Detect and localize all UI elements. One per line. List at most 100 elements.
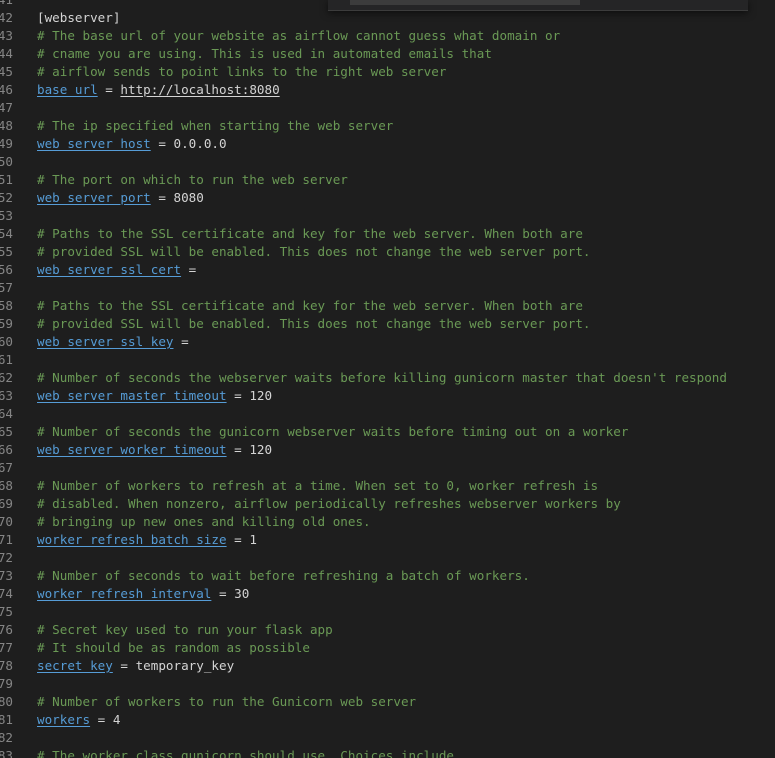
code-line[interactable]: 52 web_server_port = 8080 xyxy=(0,189,775,207)
code-line[interactable]: 58 # Paths to the SSL certificate and key… xyxy=(0,297,775,315)
code-line[interactable]: 63 web_server_master_timeout = 120 xyxy=(0,387,775,405)
line-number: 69 xyxy=(0,496,13,511)
line-number: 61 xyxy=(0,352,13,367)
line-number: 62 xyxy=(0,370,13,385)
code-line[interactable]: 61 xyxy=(0,351,775,369)
comment-text: # The worker class gunicorn should use. … xyxy=(37,748,455,758)
line-number: 50 xyxy=(0,154,13,169)
code-line[interactable]: 43 # The base url of your website as airf… xyxy=(0,27,775,45)
line-number: 60 xyxy=(0,334,13,349)
code-line[interactable]: 50 xyxy=(0,153,775,171)
code-line[interactable]: 53 xyxy=(0,207,775,225)
line-content: # cname you are using. This is used in a… xyxy=(37,45,492,63)
find-widget[interactable] xyxy=(328,0,748,11)
code-line[interactable]: 59 # provided SSL will be enabled. This d… xyxy=(0,315,775,333)
code-line[interactable]: 71 worker_refresh_batch_size = 1 xyxy=(0,531,775,549)
line-content: # Paths to the SSL certificate and key f… xyxy=(37,225,583,243)
code-line[interactable]: 73 # Number of seconds to wait before ref… xyxy=(0,567,775,585)
line-content: # Number of workers to refresh at a time… xyxy=(37,477,598,495)
line-number: 68 xyxy=(0,478,13,493)
code-line[interactable]: 48 # The ip specified when starting the w… xyxy=(0,117,775,135)
config-key: web_server_ssl_key xyxy=(37,334,174,349)
line-number: 65 xyxy=(0,424,13,439)
line-number: 74 xyxy=(0,586,13,601)
config-value: 30 xyxy=(234,586,250,601)
line-number: 77 xyxy=(0,640,13,655)
code-line[interactable]: 51 # The port on which to run the web ser… xyxy=(0,171,775,189)
line-number: 52 xyxy=(0,190,13,205)
line-number: 47 xyxy=(0,100,13,115)
code-line[interactable]: 77 # It should be as random as possible xyxy=(0,639,775,657)
comment-text: # provided SSL will be enabled. This doe… xyxy=(37,244,591,259)
line-content: # Number of seconds to wait before refre… xyxy=(37,567,530,585)
code-line[interactable]: 46 base_url = http://localhost:8080 xyxy=(0,81,775,99)
line-content: # The ip specified when starting the web… xyxy=(37,117,393,135)
code-line[interactable]: 70 # bringing up new ones and killing old… xyxy=(0,513,775,531)
code-line[interactable]: 45 # airflow sends to point links to the … xyxy=(0,63,775,81)
line-content: # The port on which to run the web serve… xyxy=(37,171,348,189)
line-number: 63 xyxy=(0,388,13,403)
config-key: worker_refresh_batch_size xyxy=(37,532,227,547)
config-value[interactable]: http://localhost:8080 xyxy=(120,82,279,97)
line-content: # The worker class gunicorn should use. … xyxy=(37,747,454,758)
comment-text: # cname you are using. This is used in a… xyxy=(37,46,492,61)
comment-text: # Number of workers to run the Gunicorn … xyxy=(37,694,417,709)
code-line[interactable]: 67 xyxy=(0,459,775,477)
section-header: [webserver] xyxy=(37,10,121,25)
line-content: # The base url of your website as airflo… xyxy=(37,27,560,45)
code-editor[interactable]: 4 1 42[webserver]43# The base url of your … xyxy=(0,0,775,758)
line-content: worker_refresh_batch_size = 1 xyxy=(37,531,257,549)
code-line[interactable]: 49 web_server_host = 0.0.0.0 xyxy=(0,135,775,153)
line-number: 53 xyxy=(0,208,13,223)
code-line[interactable]: 79 xyxy=(0,675,775,693)
code-line[interactable]: 60 web_server_ssl_key = xyxy=(0,333,775,351)
code-line[interactable]: 55 # provided SSL will be enabled. This d… xyxy=(0,243,775,261)
line-number: 57 xyxy=(0,280,13,295)
code-line[interactable]: 65 # Number of seconds the gunicorn webse… xyxy=(0,423,775,441)
code-line[interactable]: 47 xyxy=(0,99,775,117)
code-line[interactable]: 82 xyxy=(0,729,775,747)
code-line[interactable]: 75 xyxy=(0,603,775,621)
code-line[interactable]: 56 web_server_ssl_cert = xyxy=(0,261,775,279)
comment-text: # disabled. When nonzero, airflow period… xyxy=(37,496,621,511)
line-content: web_server_ssl_key = xyxy=(37,333,189,351)
code-line[interactable]: 83 # The worker class gunicorn should use… xyxy=(0,747,775,758)
code-line[interactable]: 78 secret_key = temporary_key xyxy=(0,657,775,675)
line-number: 75 xyxy=(0,604,13,619)
config-value: 1 xyxy=(249,532,257,547)
line-content: base_url = http://localhost:8080 xyxy=(37,81,280,99)
config-key: secret_key xyxy=(37,658,113,673)
code-line[interactable]: 72 xyxy=(0,549,775,567)
code-line[interactable]: 54 # Paths to the SSL certificate and key… xyxy=(0,225,775,243)
comment-text: # Number of seconds the gunicorn webserv… xyxy=(37,424,629,439)
line-content: # Secret key used to run your flask app xyxy=(37,621,333,639)
vertical-scrollbar[interactable] xyxy=(761,0,775,758)
code-line[interactable]: 81 workers = 4 xyxy=(0,711,775,729)
line-content: web_server_host = 0.0.0.0 xyxy=(37,135,227,153)
comment-text: # Number of seconds to wait before refre… xyxy=(37,568,530,583)
code-line[interactable]: 42 [webserver] xyxy=(0,9,775,27)
code-line[interactable]: 57 xyxy=(0,279,775,297)
line-number: 44 xyxy=(0,46,13,61)
code-line[interactable]: 80 # Number of workers to run the Gunicor… xyxy=(0,693,775,711)
line-content: # airflow sends to point links to the ri… xyxy=(37,63,446,81)
line-number: 58 xyxy=(0,298,13,313)
line-number: 56 xyxy=(0,262,13,277)
assignment-operator: = xyxy=(226,442,250,457)
line-number: 73 xyxy=(0,568,13,583)
code-line[interactable]: 66 web_server_worker_timeout = 120 xyxy=(0,441,775,459)
code-line[interactable]: 76 # Secret key used to run your flask ap… xyxy=(0,621,775,639)
assignment-operator: = xyxy=(181,262,197,277)
line-number: 51 xyxy=(0,172,13,187)
config-value: 4 xyxy=(112,712,121,727)
assignment-operator: = xyxy=(112,658,136,673)
code-line[interactable]: 64 xyxy=(0,405,775,423)
code-line[interactable]: 68 # Number of workers to refresh at a ti… xyxy=(0,477,775,495)
code-line[interactable]: 69 # disabled. When nonzero, airflow peri… xyxy=(0,495,775,513)
code-line[interactable]: 74 worker_refresh_interval = 30 xyxy=(0,585,775,603)
line-content: # It should be as random as possible xyxy=(37,639,310,657)
line-content: # Number of workers to run the Gunicorn … xyxy=(37,693,416,711)
code-line[interactable]: 44 # cname you are using. This is used in… xyxy=(0,45,775,63)
find-input[interactable] xyxy=(350,0,580,5)
code-line[interactable]: 62 # Number of seconds the webserver wait… xyxy=(0,369,775,387)
